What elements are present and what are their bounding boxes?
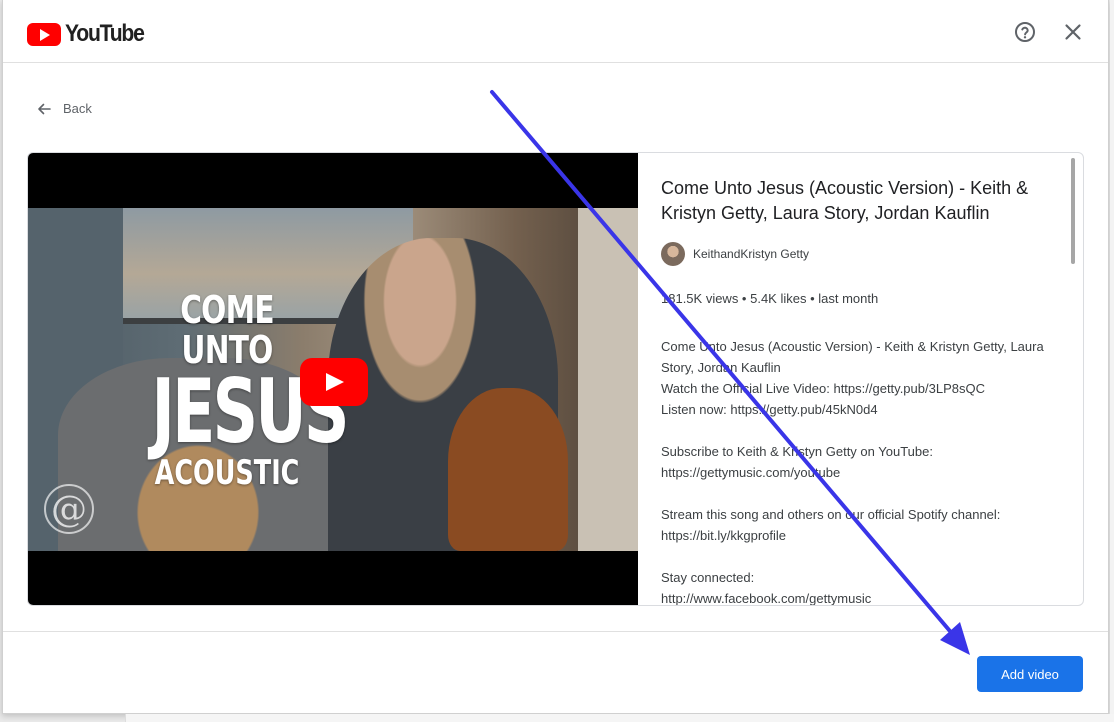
- channel-info: KeithandKristyn Getty: [661, 242, 809, 266]
- close-button[interactable]: [1061, 20, 1085, 44]
- channel-name: KeithandKristyn Getty: [693, 247, 810, 261]
- back-button[interactable]: Back: [37, 101, 92, 116]
- page-background-edge: [1110, 0, 1114, 722]
- video-title: Come Unto Jesus (Acoustic Version) - Kei…: [661, 178, 1029, 223]
- page-background-bottom: [125, 714, 1114, 722]
- footer-divider: [3, 631, 1108, 632]
- video-preview-card: COME UNTO JESUS ACOUSTIC @ Come Unto Jes…: [27, 152, 1084, 606]
- dialog-header: YouTube: [3, 0, 1108, 63]
- close-icon: [1065, 24, 1081, 40]
- video-description: Come Unto Jesus (Acoustic Version) - Kei…: [661, 339, 1044, 606]
- youtube-play-icon[interactable]: [300, 358, 368, 406]
- youtube-play-logo-icon: [27, 22, 61, 46]
- thumbnail-brand-logo: @: [44, 484, 94, 534]
- youtube-logo: YouTube: [27, 20, 154, 48]
- help-circle-icon: [1015, 22, 1035, 42]
- arrow-left-icon: [38, 103, 51, 114]
- video-player[interactable]: COME UNTO JESUS ACOUSTIC @: [28, 153, 638, 605]
- details-scrollbar[interactable]: [1071, 158, 1075, 264]
- back-label: Back: [63, 101, 92, 116]
- video-details: Come Unto Jesus (Acoustic Version) - Kei…: [638, 153, 1083, 606]
- add-video-button[interactable]: Add video: [977, 656, 1083, 692]
- video-stats: 181.5K views • 5.4K likes • last month: [661, 291, 879, 306]
- channel-avatar: [661, 242, 685, 266]
- add-video-dialog: YouTube Back COME UNTO JESUS ACOUSTIC @ …: [2, 0, 1109, 714]
- help-button[interactable]: [1013, 20, 1037, 44]
- youtube-wordmark: YouTube: [65, 20, 145, 47]
